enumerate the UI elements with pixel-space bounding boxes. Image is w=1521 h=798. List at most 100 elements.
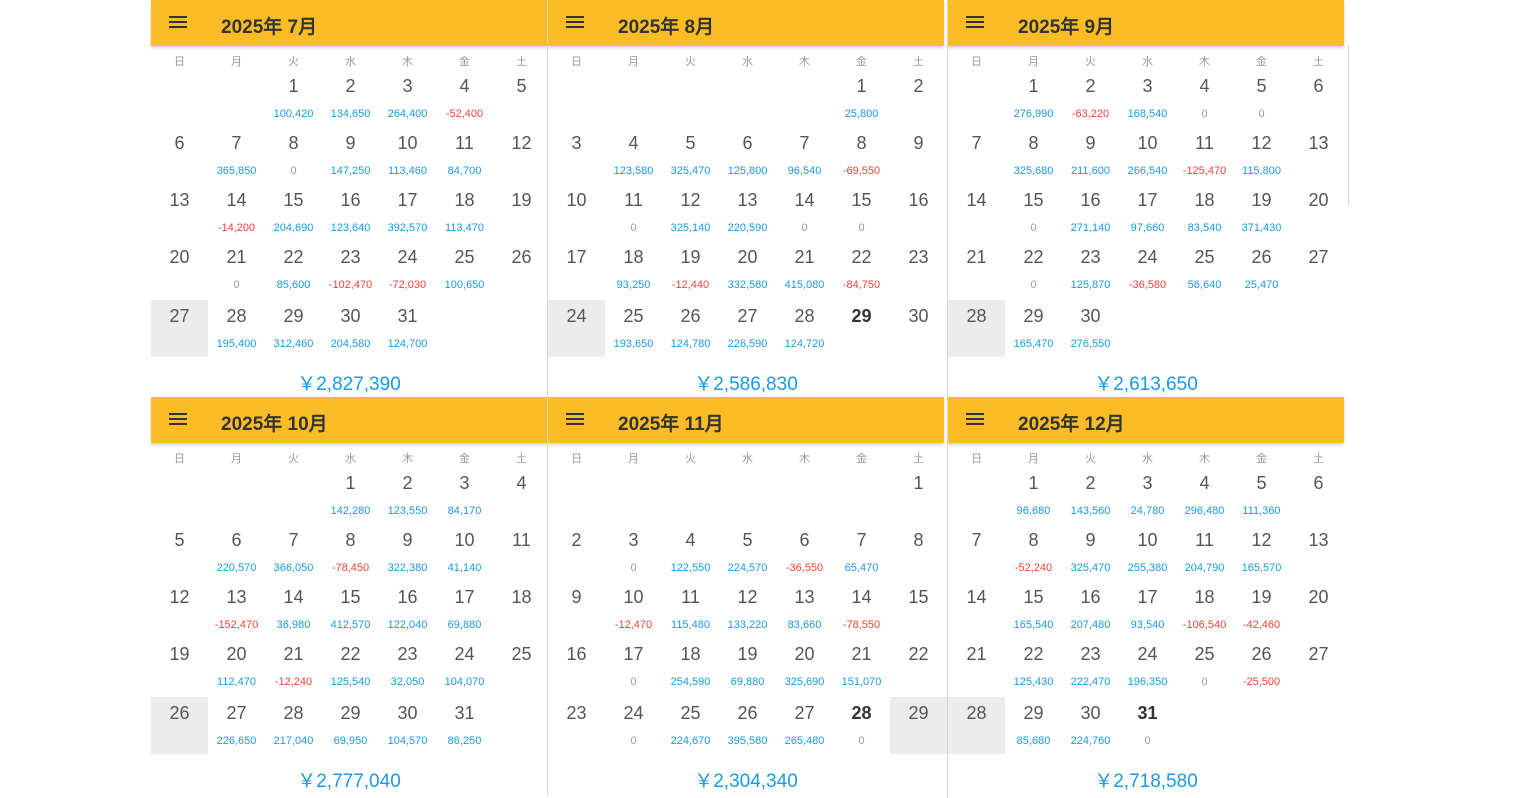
day-cell[interactable]: 26 (493, 241, 550, 298)
day-cell[interactable]: 15 412,570 (322, 581, 379, 638)
day-cell[interactable]: 27 (151, 300, 208, 357)
day-cell[interactable]: 21 0 (208, 241, 265, 298)
day-cell[interactable]: 17 69,880 (436, 581, 493, 638)
day-cell[interactable]: 30 224,760 (1062, 697, 1119, 754)
day-cell[interactable]: 26 124,780 (662, 300, 719, 357)
day-cell[interactable]: 18 113,470 (436, 184, 493, 241)
day-cell[interactable]: 17 93,540 (1119, 581, 1176, 638)
day-cell[interactable]: 22 -84,750 (833, 241, 890, 298)
day-cell[interactable]: 12 (151, 581, 208, 638)
day-cell[interactable]: 29 (890, 697, 947, 754)
day-cell[interactable]: 20 (1290, 184, 1347, 241)
day-cell[interactable]: 29 165,470 (1005, 300, 1062, 357)
day-cell[interactable]: 16 (890, 184, 947, 241)
day-cell[interactable]: 25 56,640 (1176, 241, 1233, 298)
day-cell[interactable]: 22 85,600 (265, 241, 322, 298)
day-cell[interactable]: 26 -25,500 (1233, 638, 1290, 695)
day-cell[interactable]: 10 266,540 (1119, 127, 1176, 184)
day-cell[interactable]: 15 (890, 581, 947, 638)
day-cell[interactable]: 13 83,660 (776, 581, 833, 638)
day-cell[interactable]: 11 84,700 (436, 127, 493, 184)
day-cell[interactable]: 13 220,590 (719, 184, 776, 241)
day-cell[interactable]: 9 325,470 (1062, 524, 1119, 581)
day-cell[interactable]: 28 195,400 (208, 300, 265, 357)
day-cell[interactable]: 24 -36,580 (1119, 241, 1176, 298)
day-cell[interactable]: 24 104,070 (436, 638, 493, 695)
day-cell[interactable]: 1 276,990 (1005, 70, 1062, 127)
day-cell[interactable]: 3 24,780 (1119, 467, 1176, 524)
day-cell[interactable]: 29 (833, 300, 890, 357)
day-cell[interactable]: 13 -152,470 (208, 581, 265, 638)
day-cell[interactable]: 4 123,580 (605, 127, 662, 184)
day-cell[interactable]: 14 (948, 184, 1005, 241)
day-cell[interactable]: 24 0 (605, 697, 662, 754)
day-cell[interactable]: 7 96,540 (776, 127, 833, 184)
day-cell[interactable]: 9 322,380 (379, 524, 436, 581)
day-cell[interactable]: 2 143,560 (1062, 467, 1119, 524)
day-cell[interactable]: 25 100,650 (436, 241, 493, 298)
day-cell[interactable]: 12 165,570 (1233, 524, 1290, 581)
day-cell[interactable]: 2 -63,220 (1062, 70, 1119, 127)
day-cell[interactable]: 7 366,050 (265, 524, 322, 581)
day-cell[interactable]: 16 207,480 (1062, 581, 1119, 638)
day-cell[interactable]: 14 (948, 581, 1005, 638)
day-cell[interactable]: 50 (1233, 70, 1290, 127)
day-cell[interactable]: 20 332,580 (719, 241, 776, 298)
day-cell[interactable]: 23 32,050 (379, 638, 436, 695)
day-cell[interactable]: 8 -52,240 (1005, 524, 1062, 581)
day-cell[interactable]: 30 (605, 524, 662, 581)
day-cell[interactable]: 6 220,570 (208, 524, 265, 581)
day-cell[interactable]: 80 (265, 127, 322, 184)
day-cell[interactable]: 8 -69,550 (833, 127, 890, 184)
day-cell[interactable]: 15 204,690 (265, 184, 322, 241)
day-cell[interactable]: 19 (151, 638, 208, 695)
day-cell[interactable]: 9 (548, 581, 605, 638)
day-cell[interactable]: 16 271,140 (1062, 184, 1119, 241)
day-cell[interactable]: 5 (151, 524, 208, 581)
day-cell[interactable]: 12 325,140 (662, 184, 719, 241)
day-cell[interactable]: 13 (151, 184, 208, 241)
day-cell[interactable]: 14 -14,200 (208, 184, 265, 241)
day-cell[interactable]: 2 (890, 70, 947, 127)
day-cell[interactable]: 19 -42,460 (1233, 581, 1290, 638)
day-cell[interactable]: 24 -72,030 (379, 241, 436, 298)
day-cell[interactable]: 25 0 (1176, 638, 1233, 695)
day-cell[interactable]: 25 (493, 638, 550, 695)
day-cell[interactable]: 30 104,570 (379, 697, 436, 754)
day-cell[interactable]: 25 224,670 (662, 697, 719, 754)
day-cell[interactable]: 23 125,870 (1062, 241, 1119, 298)
day-cell[interactable]: 21 (948, 638, 1005, 695)
day-cell[interactable]: 4 122,550 (662, 524, 719, 581)
day-cell[interactable]: 26 (151, 697, 208, 754)
day-cell[interactable]: 14 0 (776, 184, 833, 241)
menu-icon[interactable] (966, 14, 986, 30)
day-cell[interactable]: 1 (890, 467, 947, 524)
day-cell[interactable]: 22 0 (1005, 241, 1062, 298)
menu-icon[interactable] (169, 411, 189, 427)
day-cell[interactable]: 23 (890, 241, 947, 298)
day-cell[interactable]: 28 124,720 (776, 300, 833, 357)
day-cell[interactable]: 9 (890, 127, 947, 184)
day-cell[interactable]: 22 (890, 638, 947, 695)
day-cell[interactable]: 14 36,980 (265, 581, 322, 638)
day-cell[interactable]: 20 (151, 241, 208, 298)
day-cell[interactable]: 7 65,470 (833, 524, 890, 581)
menu-icon[interactable] (566, 14, 586, 30)
day-cell[interactable]: 8 -78,450 (322, 524, 379, 581)
day-cell[interactable]: 14 -78,550 (833, 581, 890, 638)
day-cell[interactable]: 27 (1290, 241, 1347, 298)
day-cell[interactable]: 17 (548, 241, 605, 298)
day-cell[interactable]: 10 113,460 (379, 127, 436, 184)
day-cell[interactable]: 11 0 (605, 184, 662, 241)
menu-icon[interactable] (169, 14, 189, 30)
day-cell[interactable]: 30 276,550 (1062, 300, 1119, 357)
day-cell[interactable]: 2 123,550 (379, 467, 436, 524)
day-cell[interactable]: 2 134,650 (322, 70, 379, 127)
day-cell[interactable]: 3 168,540 (1119, 70, 1176, 127)
day-cell[interactable]: 5 (493, 70, 550, 127)
day-cell[interactable]: 15 0 (1005, 184, 1062, 241)
day-cell[interactable]: 11 204,790 (1176, 524, 1233, 581)
day-cell[interactable]: 15 0 (833, 184, 890, 241)
day-cell[interactable]: 6 (151, 127, 208, 184)
day-cell[interactable]: 18 254,590 (662, 638, 719, 695)
